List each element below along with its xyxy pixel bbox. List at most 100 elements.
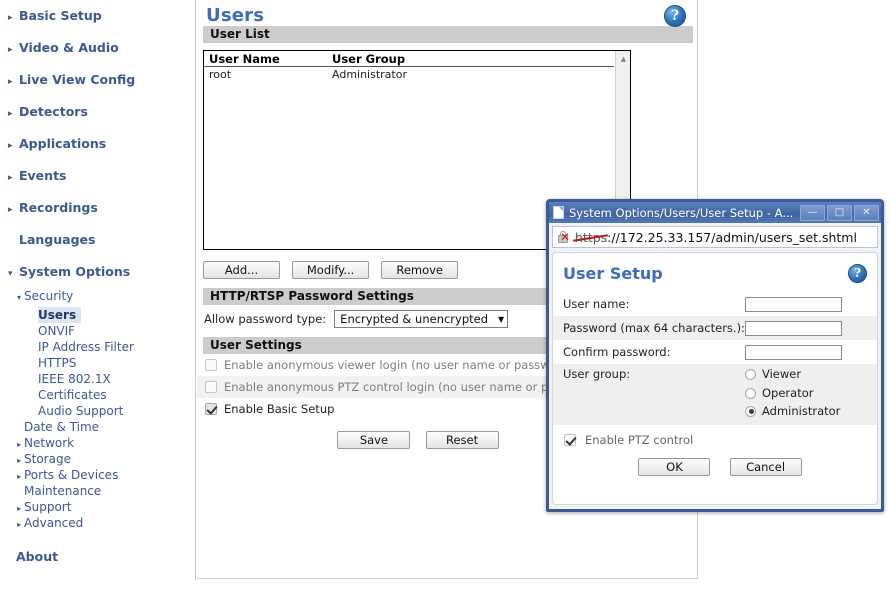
user-name-label: User name: bbox=[563, 297, 630, 311]
sidebar-item-label: Network bbox=[24, 436, 75, 450]
user-name-input[interactable] bbox=[745, 296, 842, 312]
user-group-section: User group: Viewer Operator Administrato… bbox=[553, 364, 877, 425]
sidebar-item-label: Video & Audio bbox=[19, 40, 119, 55]
ok-button[interactable]: OK bbox=[638, 458, 711, 476]
dialog-heading: User Setup bbox=[563, 264, 663, 283]
chevron-down-icon: ▾ bbox=[16, 293, 21, 302]
sidebar-item-label: Events bbox=[19, 168, 67, 183]
sidebar-item-label: Applications bbox=[19, 136, 107, 151]
column-header-user-name: User Name bbox=[209, 52, 280, 66]
sidebar-item-advanced[interactable]: ▸ Advanced bbox=[0, 515, 195, 531]
user-setup-dialog: System Options/Users/User Setup - A... —… bbox=[546, 199, 884, 512]
radio-administrator-label: Administrator bbox=[762, 404, 841, 418]
confirm-password-row: Confirm password: bbox=[553, 340, 877, 364]
address-bar[interactable]: ✕ https://172.25.33.157/admin/users_set.… bbox=[552, 226, 878, 248]
sidebar-item-label: Live View Config bbox=[19, 72, 136, 87]
user-group-label: User group: bbox=[563, 367, 631, 381]
chevron-right-icon: ▸ bbox=[8, 205, 13, 215]
minimize-button[interactable]: — bbox=[800, 204, 825, 221]
add-button[interactable]: Add... bbox=[203, 261, 280, 279]
confirm-password-input[interactable] bbox=[745, 344, 842, 360]
cancel-button[interactable]: Cancel bbox=[729, 458, 802, 476]
sidebar-item-recordings[interactable]: ▸ Recordings bbox=[0, 192, 195, 224]
dialog-titlebar[interactable]: System Options/Users/User Setup - A... —… bbox=[549, 202, 881, 223]
sidebar-item-ieee-802-1x[interactable]: IEEE 802.1X bbox=[0, 371, 195, 387]
dialog-help-icon[interactable]: ? bbox=[848, 264, 867, 283]
sidebar-item-network[interactable]: ▸ Network bbox=[0, 435, 195, 451]
sidebar-item-maintenance[interactable]: Maintenance bbox=[0, 483, 195, 499]
sidebar-item-label: System Options bbox=[19, 264, 131, 279]
sidebar-item-storage[interactable]: ▸ Storage bbox=[0, 451, 195, 467]
sidebar-item-security[interactable]: ▾ Security bbox=[0, 288, 195, 304]
checkbox-enable-basic-setup[interactable] bbox=[205, 403, 217, 415]
password-label: Password (max 64 characters.): bbox=[563, 321, 745, 335]
checkbox-anonymous-viewer-login[interactable] bbox=[205, 359, 217, 371]
radio-viewer[interactable] bbox=[745, 368, 756, 380]
sidebar-item-support[interactable]: ▸ Support bbox=[0, 499, 195, 515]
confirm-password-label: Confirm password: bbox=[563, 345, 671, 359]
close-button[interactable]: ✕ bbox=[854, 204, 879, 221]
url-rest: ://172.25.33.157/admin/users_set.shtml bbox=[607, 229, 857, 245]
checkbox-anonymous-ptz-login[interactable] bbox=[205, 381, 217, 393]
enable-basic-setup-label: Enable Basic Setup bbox=[224, 402, 335, 416]
radio-administrator[interactable] bbox=[745, 405, 756, 417]
sidebar-item-about[interactable]: About bbox=[0, 549, 195, 564]
modify-button[interactable]: Modify... bbox=[292, 261, 370, 279]
sidebar-item-video-audio[interactable]: ▸ Video & Audio bbox=[0, 32, 195, 64]
scroll-up-icon[interactable]: ▲ bbox=[616, 51, 630, 66]
sidebar-item-basic-setup[interactable]: ▸ Basic Setup bbox=[0, 0, 195, 32]
sidebar-item-applications[interactable]: ▸ Applications bbox=[0, 128, 195, 160]
sidebar-item-date-time[interactable]: Date & Time bbox=[0, 419, 195, 435]
sidebar-item-label: Storage bbox=[24, 452, 71, 466]
allow-password-type-value: Encrypted & unencrypted bbox=[340, 311, 489, 326]
sidebar-item-audio-support[interactable]: Audio Support bbox=[0, 403, 195, 419]
sidebar-item-label: Maintenance bbox=[24, 484, 102, 498]
sidebar-item-ip-address-filter[interactable]: IP Address Filter bbox=[0, 339, 195, 355]
user-name-row: User name: bbox=[553, 292, 877, 316]
chevron-right-icon: ▸ bbox=[16, 520, 21, 529]
sidebar-item-label: Recordings bbox=[19, 200, 98, 215]
broken-lock-icon: ✕ bbox=[558, 230, 571, 244]
sidebar-item-certificates[interactable]: Certificates bbox=[0, 387, 195, 403]
sidebar-item-label: Security bbox=[24, 289, 74, 303]
enable-ptz-control-row[interactable]: Enable PTZ control bbox=[553, 425, 877, 447]
sidebar-item-onvif[interactable]: ONVIF bbox=[0, 323, 195, 339]
sidebar-item-label: Date & Time bbox=[24, 420, 100, 434]
dialog-title: System Options/Users/User Setup - A... bbox=[569, 205, 794, 220]
password-row: Password (max 64 characters.): bbox=[553, 316, 877, 340]
sidebar-item-system-options[interactable]: ▾ System Options bbox=[0, 256, 195, 288]
cell-user-group: Administrator bbox=[332, 68, 407, 81]
user-group-operator-row[interactable]: Operator bbox=[553, 384, 877, 402]
checkbox-enable-ptz-control[interactable] bbox=[564, 434, 576, 446]
user-group-administrator-row[interactable]: Administrator bbox=[553, 402, 877, 420]
chevron-right-icon: ▸ bbox=[8, 173, 13, 183]
sidebar-item-ports-devices[interactable]: ▸ Ports & Devices bbox=[0, 467, 195, 483]
chevron-right-icon: ▸ bbox=[8, 141, 13, 151]
table-row[interactable]: root Administrator bbox=[204, 67, 630, 82]
sidebar-item-users[interactable]: Users bbox=[38, 307, 82, 323]
radio-operator[interactable] bbox=[745, 387, 756, 399]
sidebar-item-live-view-config[interactable]: ▸ Live View Config bbox=[0, 64, 195, 96]
sidebar: ▸ Basic Setup ▸ Video & Audio ▸ Live View C… bbox=[0, 0, 196, 580]
dialog-actions: OK Cancel bbox=[553, 447, 877, 476]
sidebar-item-users-wrap: Users bbox=[0, 304, 195, 323]
restore-button[interactable]: □ bbox=[827, 204, 852, 221]
sidebar-item-label: Ports & Devices bbox=[24, 468, 119, 482]
section-header-user-list: User List bbox=[203, 26, 693, 43]
sidebar-item-detectors[interactable]: ▸ Detectors bbox=[0, 96, 195, 128]
chevron-right-icon: ▸ bbox=[8, 109, 13, 119]
user-group-header: User group: Viewer bbox=[553, 364, 877, 384]
reset-button[interactable]: Reset bbox=[425, 431, 499, 449]
password-input[interactable] bbox=[745, 320, 842, 336]
save-button[interactable]: Save bbox=[337, 431, 411, 449]
allow-password-type-select[interactable]: Encrypted & unencrypted ▼ bbox=[334, 310, 509, 328]
sidebar-item-label: Support bbox=[24, 500, 72, 514]
remove-button[interactable]: Remove bbox=[381, 261, 459, 279]
sidebar-item-label: Detectors bbox=[19, 104, 88, 119]
sidebar-item-https[interactable]: HTTPS bbox=[0, 355, 195, 371]
sidebar-item-languages[interactable]: Languages bbox=[0, 224, 195, 256]
help-icon[interactable]: ? bbox=[664, 5, 686, 27]
sidebar-item-label: Languages bbox=[19, 232, 96, 247]
sidebar-item-events[interactable]: ▸ Events bbox=[0, 160, 195, 192]
chevron-right-icon: ▸ bbox=[8, 13, 13, 23]
